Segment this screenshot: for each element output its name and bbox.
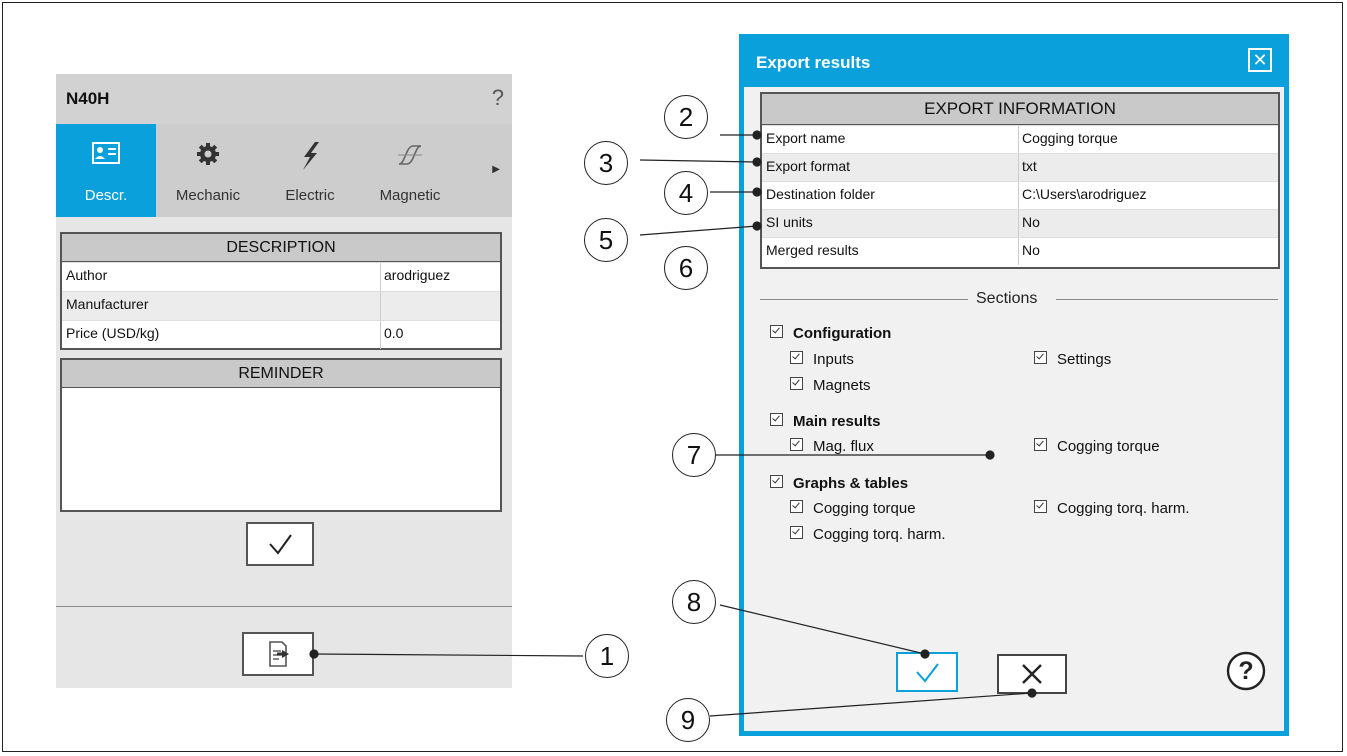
callout-9: 9 <box>666 698 710 742</box>
callout-7: 7 <box>672 433 716 477</box>
callout-1: 1 <box>585 634 629 678</box>
callout-3: 3 <box>584 141 628 185</box>
callout-4: 4 <box>664 171 708 215</box>
callout-5: 5 <box>584 218 628 262</box>
callout-2: 2 <box>664 95 708 139</box>
callout-8: 8 <box>672 580 716 624</box>
callout-6: 6 <box>664 246 708 290</box>
